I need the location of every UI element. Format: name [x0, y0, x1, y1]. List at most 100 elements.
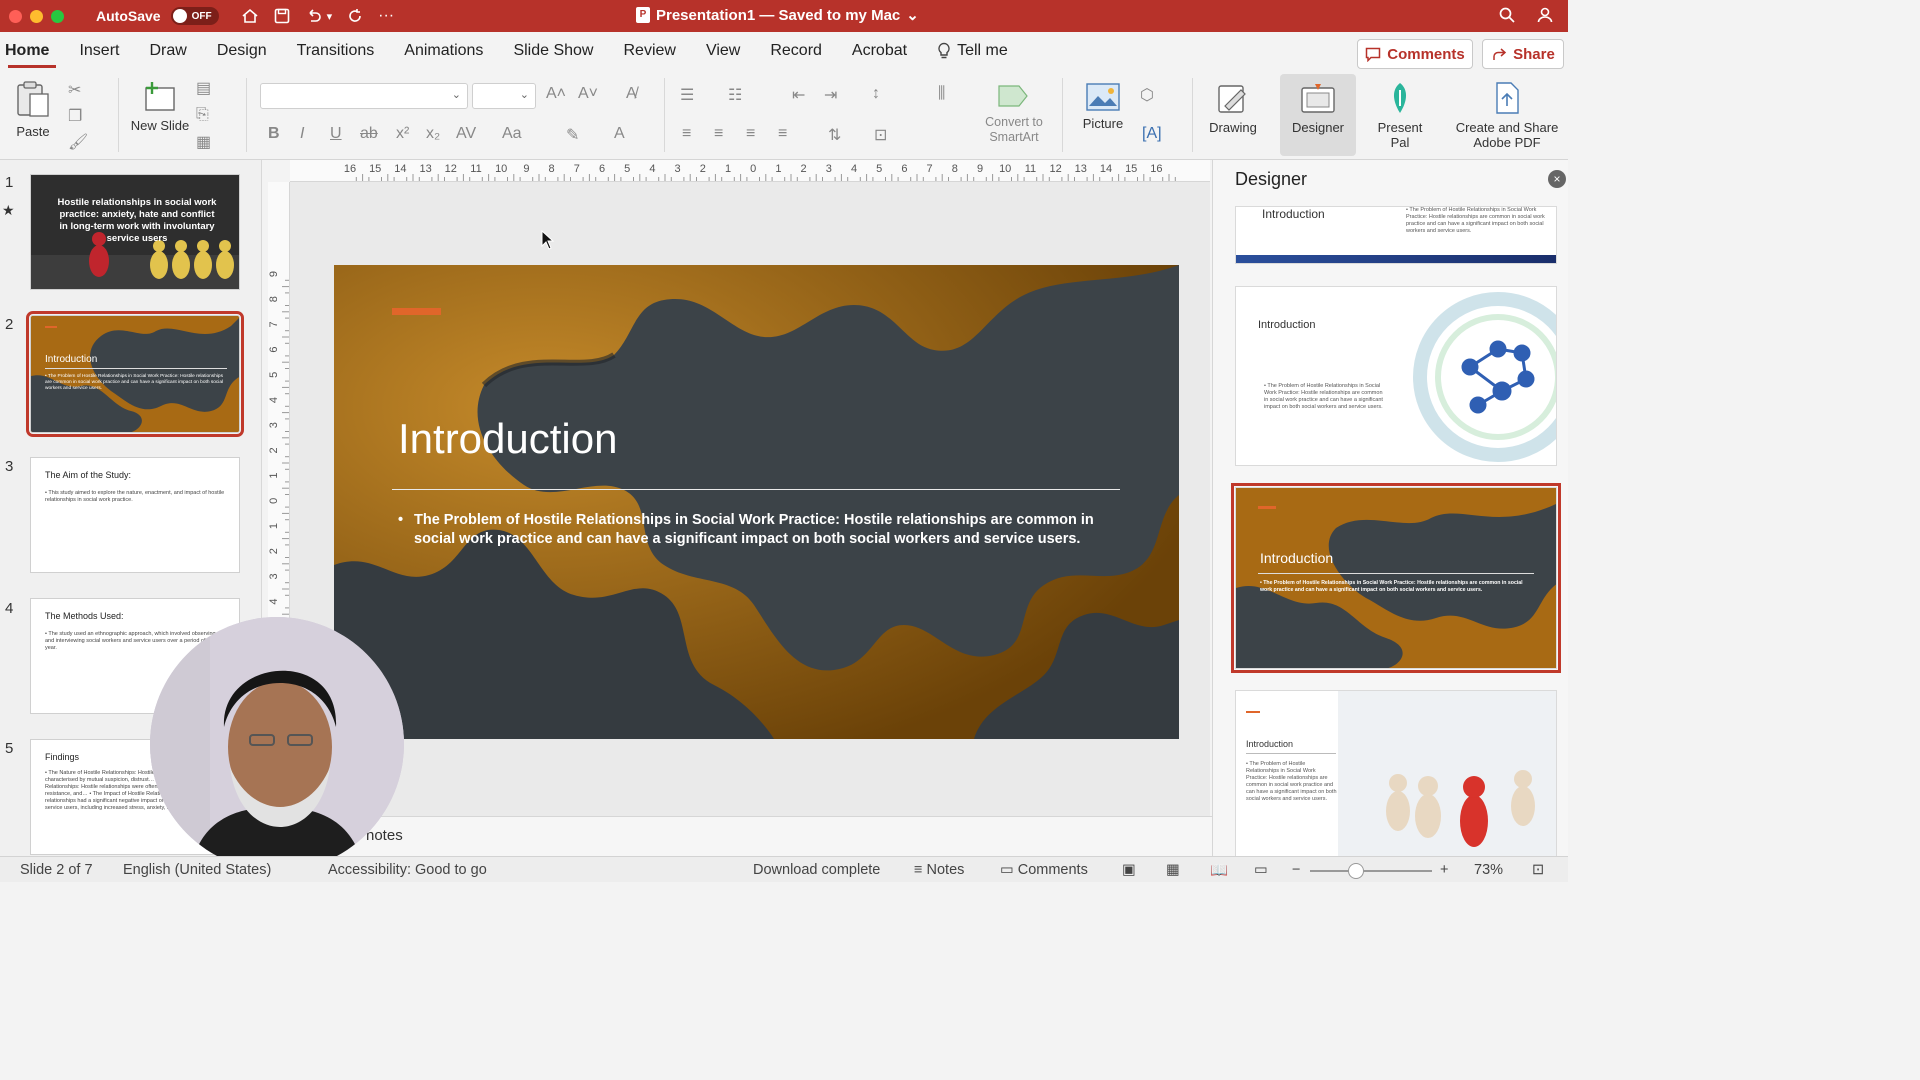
- title-accent-bar: [392, 308, 441, 315]
- paste-button[interactable]: Paste: [8, 80, 58, 139]
- tab-transitions[interactable]: Transitions: [282, 32, 390, 70]
- tab-view[interactable]: View: [691, 32, 755, 70]
- cut-icon[interactable]: ✂: [68, 80, 81, 100]
- format-painter-icon[interactable]: 🖌: [68, 132, 88, 152]
- numbering-icon[interactable]: ☷: [728, 85, 742, 105]
- accessibility-status[interactable]: Accessibility: Good to go: [328, 862, 487, 878]
- design-idea-2[interactable]: Introduction • The Problem of Hostile Re…: [1235, 286, 1557, 466]
- italic-icon[interactable]: I: [300, 125, 304, 143]
- create-share-pdf-button[interactable]: Create and Share Adobe PDF: [1448, 80, 1566, 150]
- bold-icon[interactable]: B: [268, 125, 280, 143]
- minimize-window-button[interactable]: [30, 9, 43, 23]
- align-right-icon[interactable]: ≡: [746, 125, 755, 143]
- zoom-slider-knob[interactable]: [1348, 863, 1364, 879]
- comments-button[interactable]: Comments: [1357, 39, 1473, 69]
- home-icon[interactable]: [241, 7, 259, 25]
- tab-slide-show[interactable]: Slide Show: [498, 32, 608, 70]
- undo-icon[interactable]: [305, 7, 323, 25]
- font-family-dropdown[interactable]: ⌄: [260, 83, 468, 109]
- slide-thumbnail-3[interactable]: The Aim of the Study: • This study aimed…: [30, 457, 240, 573]
- notes-pane[interactable]: notes: [262, 816, 1212, 856]
- columns-icon[interactable]: ⫼: [938, 85, 945, 103]
- design-idea-3[interactable]: Introduction • The Problem of Hostile Re…: [1231, 483, 1561, 673]
- line-spacing-icon[interactable]: ↕: [872, 85, 880, 103]
- text-box-icon[interactable]: [A]: [1142, 125, 1162, 143]
- align-center-icon[interactable]: ≡: [714, 125, 723, 143]
- document-title[interactable]: P Presentation1 — Saved to my Mac ⌄: [636, 6, 919, 24]
- autosave-toggle[interactable]: OFF: [170, 7, 219, 25]
- zoom-out-icon[interactable]: −: [1292, 862, 1300, 878]
- text-direction-icon[interactable]: ⇅: [828, 125, 841, 145]
- reset-icon[interactable]: ⎘: [196, 106, 209, 124]
- save-icon[interactable]: [273, 7, 291, 25]
- drawing-button[interactable]: Drawing: [1202, 82, 1264, 135]
- slide-thumbnail-2[interactable]: Introduction • The Problem of Hostile Re…: [26, 311, 244, 437]
- convert-smartart-button[interactable]: Convert to SmartArt: [976, 82, 1052, 144]
- copy-icon[interactable]: ❐: [68, 106, 82, 126]
- highlight-icon[interactable]: ✎: [566, 125, 579, 145]
- design-idea-4[interactable]: Introduction • The Problem of Hostile Re…: [1235, 690, 1557, 856]
- strikethrough-icon[interactable]: ab: [360, 125, 378, 143]
- picture-button[interactable]: Picture: [1074, 82, 1132, 131]
- underline-icon[interactable]: U: [330, 125, 342, 143]
- clear-formatting-icon[interactable]: A̸: [626, 85, 637, 103]
- superscript-icon[interactable]: x²: [396, 125, 409, 143]
- shrink-font-icon[interactable]: A˅: [578, 85, 598, 103]
- reading-view-icon[interactable]: 📖: [1210, 862, 1228, 879]
- tell-me-search[interactable]: Tell me: [922, 32, 1023, 70]
- present-pal-button[interactable]: Present Pal: [1372, 80, 1428, 150]
- decrease-indent-icon[interactable]: ⇤: [792, 85, 805, 105]
- slide-bullet-text[interactable]: The Problem of Hostile Relationships in …: [398, 511, 1128, 549]
- increase-indent-icon[interactable]: ⇥: [824, 85, 837, 105]
- subscript-icon[interactable]: x₂: [426, 125, 440, 143]
- ruler-tick-label: 0: [750, 163, 756, 175]
- design-idea-1[interactable]: Introduction • The Problem of Hostile Re…: [1235, 206, 1557, 264]
- tab-insert[interactable]: Insert: [64, 32, 134, 70]
- fit-to-window-icon[interactable]: ⊡: [1532, 862, 1544, 878]
- share-button[interactable]: Share: [1482, 39, 1564, 69]
- character-spacing-icon[interactable]: AV: [456, 125, 476, 143]
- tab-draw[interactable]: Draw: [134, 32, 201, 70]
- slideshow-view-icon[interactable]: ▭: [1254, 862, 1268, 878]
- slide-thumbnail-1[interactable]: Hostile relationships in social work pra…: [30, 174, 240, 290]
- tab-record[interactable]: Record: [755, 32, 837, 70]
- change-case-icon[interactable]: Aa: [502, 125, 522, 143]
- tab-review[interactable]: Review: [608, 32, 690, 70]
- font-size-dropdown[interactable]: ⌄: [472, 83, 536, 109]
- zoom-slider[interactable]: [1310, 870, 1432, 872]
- language-status[interactable]: English (United States): [123, 862, 271, 878]
- close-icon[interactable]: ×: [1548, 170, 1566, 188]
- tab-acrobat[interactable]: Acrobat: [837, 32, 922, 70]
- more-icon[interactable]: ···: [378, 7, 394, 25]
- new-slide-button[interactable]: New Slide: [130, 80, 190, 133]
- section-icon[interactable]: ▦: [196, 132, 211, 152]
- font-color-icon[interactable]: A: [614, 125, 625, 143]
- current-slide[interactable]: Introduction The Problem of Hostile Rela…: [334, 265, 1179, 739]
- tab-home[interactable]: Home: [0, 32, 64, 70]
- layout-icon[interactable]: ▤: [196, 78, 211, 98]
- tab-design[interactable]: Design: [202, 32, 282, 70]
- undo-dropdown-icon[interactable]: ▾: [327, 10, 333, 23]
- notes-toggle[interactable]: ≡ Notes: [914, 862, 964, 878]
- align-left-icon[interactable]: ≡: [682, 125, 691, 143]
- align-text-icon[interactable]: ⊡: [874, 125, 887, 145]
- close-window-button[interactable]: [9, 9, 22, 23]
- slide-title[interactable]: Introduction: [398, 415, 617, 463]
- bullets-icon[interactable]: ☰: [680, 85, 694, 105]
- justify-icon[interactable]: ≡: [778, 125, 787, 143]
- slide-position: Slide 2 of 7: [20, 862, 93, 878]
- tab-animations[interactable]: Animations: [389, 32, 498, 70]
- designer-button[interactable]: Designer: [1280, 74, 1356, 156]
- redo-icon[interactable]: [346, 7, 364, 25]
- zoom-window-button[interactable]: [51, 9, 64, 23]
- zoom-in-icon[interactable]: +: [1440, 862, 1448, 878]
- comments-toggle[interactable]: ▭ Comments: [1000, 862, 1088, 878]
- search-icon[interactable]: [1498, 6, 1516, 29]
- slide-sorter-icon[interactable]: ▦: [1166, 862, 1180, 878]
- normal-view-icon[interactable]: ▣: [1122, 862, 1136, 878]
- shapes-icon[interactable]: ⬡: [1140, 85, 1154, 105]
- grow-font-icon[interactable]: A˄: [546, 85, 566, 103]
- zoom-level[interactable]: 73%: [1474, 862, 1503, 878]
- account-icon[interactable]: [1536, 6, 1554, 29]
- notes-placeholder[interactable]: notes: [366, 827, 403, 844]
